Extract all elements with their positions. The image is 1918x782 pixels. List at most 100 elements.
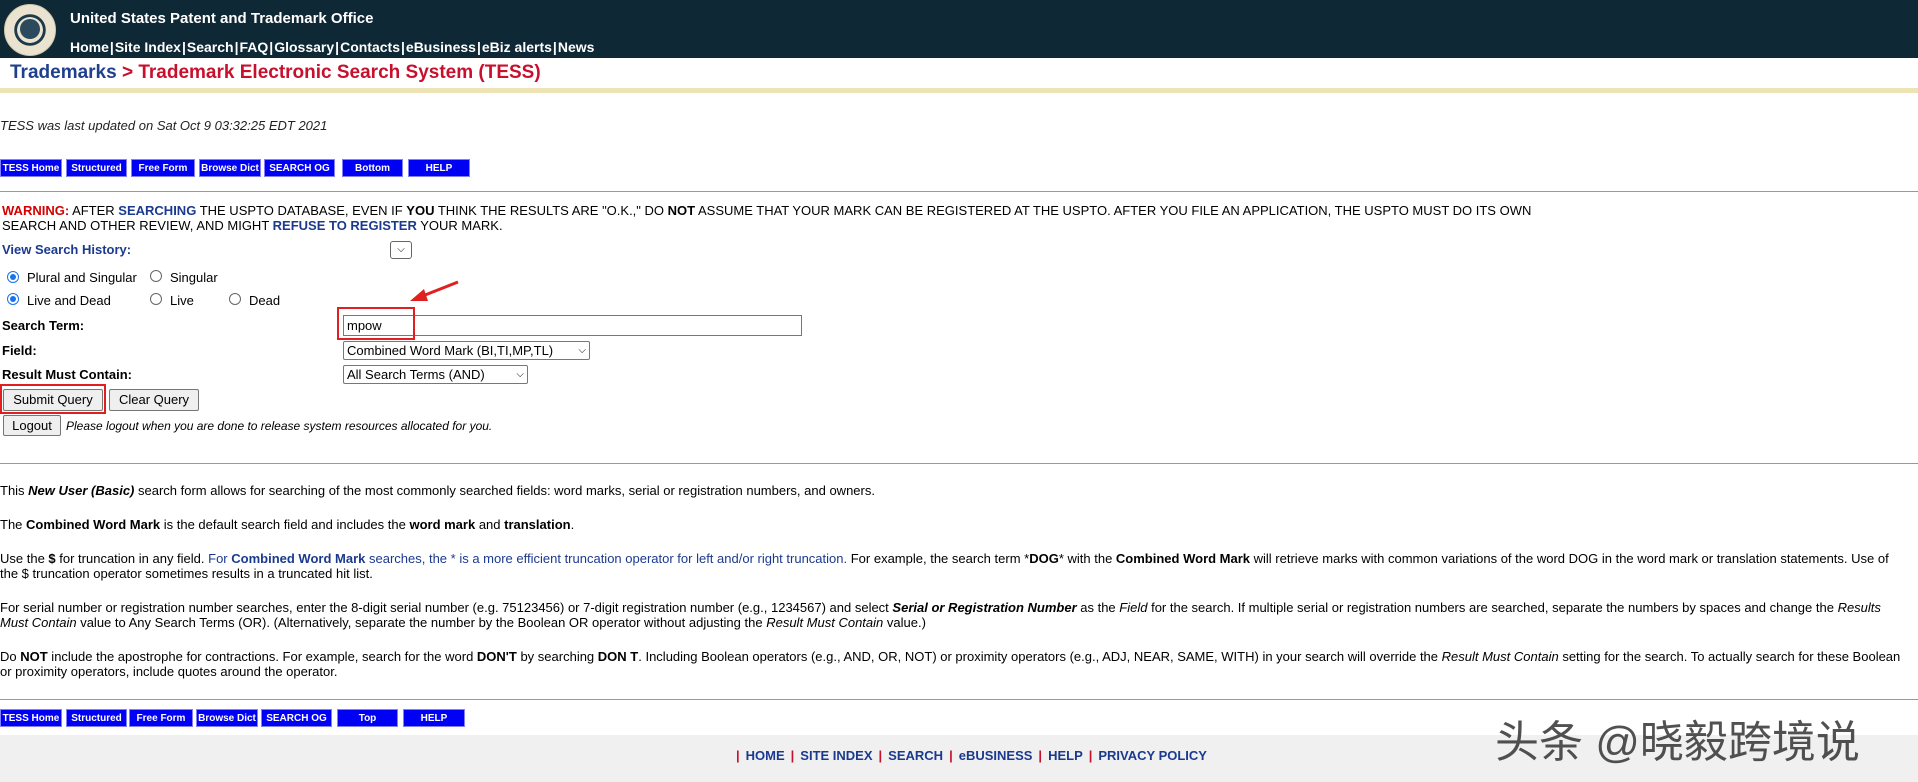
text-seg: This: [0, 483, 29, 498]
plural-singular-label: Plural and Singular: [27, 270, 137, 285]
structured-button[interactable]: Structured: [66, 159, 127, 177]
warning-seg: YOU: [406, 203, 435, 218]
search-og-button[interactable]: SEARCH OG: [261, 709, 332, 727]
text-seg: * with the: [1058, 551, 1116, 566]
view-search-history-label: View Search History:: [2, 242, 132, 257]
info-paragraph: Do NOT include the apostrophe for contra…: [0, 649, 1910, 679]
watermark-text: 头条 @晓毅跨境说: [1495, 718, 1860, 767]
text-seg: as the: [1076, 600, 1120, 615]
warning-seg: NOT: [667, 203, 696, 218]
text-seg: and: [475, 517, 505, 532]
warning-seg: THINK THE RESULTS ARE "O.K.," DO: [434, 203, 668, 218]
nav-news[interactable]: News: [558, 39, 595, 55]
nav-faq[interactable]: FAQ: [240, 39, 269, 55]
warning-seg: YOUR MARK.: [416, 218, 503, 233]
breadcrumb: Trademarks > Trademark Electronic Search…: [10, 62, 541, 84]
live-label: Live: [170, 293, 194, 308]
nav-home[interactable]: Home: [70, 39, 109, 55]
text-seg: word mark: [409, 517, 476, 532]
text-seg: DON'T: [476, 649, 517, 664]
divider: [0, 191, 1918, 192]
breadcrumb-trademarks[interactable]: Trademarks: [10, 62, 117, 83]
text-seg: For example, the search term *: [847, 551, 1030, 566]
free-form-button[interactable]: Free Form: [129, 709, 193, 727]
clear-query-button[interactable]: Clear Query: [109, 389, 199, 411]
live-radio[interactable]: [150, 293, 162, 305]
dead-radio[interactable]: [229, 293, 241, 305]
live-dead-radio[interactable]: [7, 293, 19, 305]
bottom-button[interactable]: Bottom: [342, 159, 403, 177]
singular-radio[interactable]: [150, 270, 162, 282]
breadcrumb-separator: >: [116, 62, 139, 83]
free-form-button[interactable]: Free Form: [131, 159, 195, 177]
warning-seg: AFTER: [69, 203, 119, 218]
nav-ebusiness[interactable]: eBusiness: [406, 39, 476, 55]
text-seg: translation: [504, 517, 571, 532]
browse-dict-button[interactable]: Browse Dict: [199, 159, 261, 177]
nav-contacts[interactable]: Contacts: [340, 39, 400, 55]
result-must-contain-select[interactable]: All Search Terms (AND) ⌵: [343, 365, 528, 384]
singular-label: Singular: [170, 270, 218, 285]
divider: [0, 463, 1918, 464]
last-updated: TESS was last updated on Sat Oct 9 03:32…: [0, 118, 328, 133]
info-paragraph: This New User (Basic) search form allows…: [0, 483, 1910, 498]
warning-seg: THE USPTO DATABASE, EVEN IF: [196, 203, 407, 218]
footer-search[interactable]: SEARCH: [888, 748, 943, 763]
tess-home-button[interactable]: TESS Home: [0, 159, 62, 177]
text-seg: For serial number or registration number…: [0, 600, 893, 615]
warning-seg: REFUSE TO REGISTER: [272, 218, 417, 233]
annotation-box-submit: [0, 384, 106, 414]
result-select-value: All Search Terms (AND): [347, 367, 485, 382]
logout-note: Please logout when you are done to relea…: [66, 419, 493, 433]
uspto-seal-logo[interactable]: [4, 4, 56, 56]
footer-home[interactable]: HOME: [746, 748, 785, 763]
top-button[interactable]: Top: [337, 709, 398, 727]
nav-glossary[interactable]: Glossary: [274, 39, 334, 55]
footer-ebusiness[interactable]: eBUSINESS: [959, 748, 1033, 763]
field-select[interactable]: Combined Word Mark (BI,TI,MP,TL) ⌵: [343, 341, 590, 360]
chevron-down-icon: ⌵: [397, 244, 405, 255]
text-seg: .: [570, 517, 575, 532]
tess-home-button[interactable]: TESS Home: [0, 709, 62, 727]
text-seg: For: [208, 551, 232, 566]
text-seg: Field: [1119, 600, 1148, 615]
text-seg: . Including Boolean operators (e.g., AND…: [638, 649, 1442, 664]
help-button[interactable]: HELP: [403, 709, 465, 727]
dead-label: Dead: [249, 293, 281, 308]
text-seg: for truncation in any field.: [55, 551, 209, 566]
nav-search[interactable]: Search: [187, 39, 234, 55]
text-seg: search form allows for searching of the …: [134, 483, 875, 498]
annotation-arrow-icon: [410, 280, 459, 301]
result-must-contain-label: Result Must Contain:: [2, 367, 132, 382]
nav-site-index[interactable]: Site Index: [115, 39, 181, 55]
text-seg: searches, the * is a more efficient trun…: [365, 551, 848, 566]
browse-dict-button[interactable]: Browse Dict: [196, 709, 258, 727]
search-og-button[interactable]: SEARCH OG: [264, 159, 335, 177]
breadcrumb-current: Trademark Electronic Search System (TESS…: [138, 62, 541, 83]
text-seg: $: [48, 551, 56, 566]
text-seg: Do: [0, 649, 21, 664]
footer-help[interactable]: HELP: [1048, 748, 1083, 763]
site-title: United States Patent and Trademark Offic…: [70, 10, 374, 27]
text-seg: Combined Word Mark: [26, 517, 161, 532]
text-seg: include the apostrophe for contractions.…: [47, 649, 477, 664]
text-seg: is the default search field and includes…: [160, 517, 410, 532]
chevron-down-icon: ⌵: [578, 345, 586, 356]
text-seg: New User (Basic): [28, 483, 135, 498]
warning-seg: SEARCHING: [118, 203, 197, 218]
footer-site-index[interactable]: SITE INDEX: [800, 748, 872, 763]
info-paragraph: The Combined Word Mark is the default se…: [0, 517, 1910, 532]
structured-button[interactable]: Structured: [66, 709, 127, 727]
text-seg: Serial or Registration Number: [892, 600, 1077, 615]
text-seg: DOG: [1029, 551, 1059, 566]
text-seg: value.): [883, 615, 926, 630]
text-seg: by searching: [516, 649, 598, 664]
footer-privacy-policy[interactable]: PRIVACY POLICY: [1098, 748, 1207, 763]
field-label: Field:: [2, 343, 37, 358]
logout-button[interactable]: Logout: [3, 415, 61, 436]
info-paragraph: For serial number or registration number…: [0, 600, 1910, 630]
nav-ebiz-alerts[interactable]: eBiz alerts: [482, 39, 552, 55]
plural-singular-radio[interactable]: [7, 271, 19, 283]
help-button[interactable]: HELP: [408, 159, 470, 177]
search-history-select[interactable]: ⌵: [390, 241, 412, 259]
